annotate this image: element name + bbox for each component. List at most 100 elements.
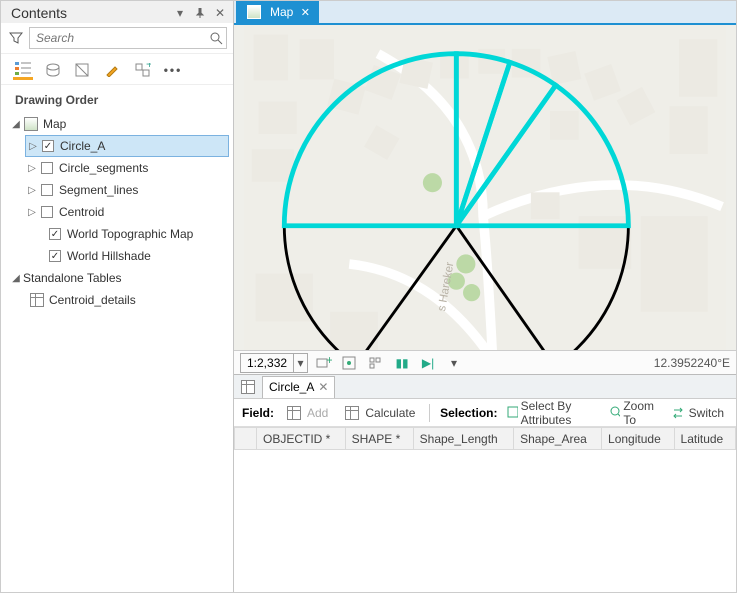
caret-right-icon: ▷ <box>28 141 38 152</box>
table-item[interactable]: Centroid_details <box>1 289 233 311</box>
layer-label: World Hillshade <box>65 249 151 263</box>
attribute-tab-bar: Circle_A ✕ <box>234 375 736 399</box>
list-by-source-icon[interactable] <box>43 60 63 80</box>
list-by-editing-icon[interactable] <box>103 60 123 80</box>
grid-icon[interactable] <box>366 354 386 372</box>
close-icon[interactable]: ✕ <box>299 6 311 18</box>
switch-selection-button[interactable]: Switch <box>668 406 728 420</box>
column-header[interactable]: Shape_Area <box>514 428 602 450</box>
map-canvas[interactable]: s Hareker <box>234 25 736 350</box>
svg-text:+: + <box>146 63 151 71</box>
search-input[interactable] <box>30 31 206 45</box>
layer-label: Segment_lines <box>57 183 138 197</box>
checkbox[interactable] <box>41 184 53 196</box>
caret-right-icon: ▷ <box>27 207 37 218</box>
list-by-snapping-icon[interactable]: + <box>133 60 153 80</box>
checkbox[interactable]: ✓ <box>49 228 61 240</box>
contents-panel: Contents ▾ ✕ + ••• <box>1 1 234 592</box>
more-icon[interactable]: ••• <box>163 60 183 80</box>
layer-label: Circle_A <box>58 139 105 153</box>
contents-header: Contents ▾ ✕ <box>1 1 233 23</box>
row-header[interactable] <box>235 428 257 450</box>
scale-value: 1:2,332 <box>241 356 293 370</box>
chevron-down-icon[interactable]: ▾ <box>444 354 464 372</box>
chevron-down-icon[interactable]: ▾ <box>293 354 307 372</box>
standalone-tables-node[interactable]: ◢ Standalone Tables <box>1 267 233 289</box>
map-icon <box>247 5 261 19</box>
basemap-item[interactable]: ✓ World Topographic Map <box>1 223 233 245</box>
dropdown-icon[interactable]: ▾ <box>173 6 187 20</box>
search-box <box>29 27 227 49</box>
layer-label: Circle_segments <box>57 161 148 175</box>
basemap-item[interactable]: ✓ World Hillshade <box>1 245 233 267</box>
caret-right-icon: ▷ <box>27 163 37 174</box>
map-svg: s Hareker <box>234 25 736 350</box>
map-label: Map <box>41 117 66 131</box>
select-by-attributes-button[interactable]: Select By Attributes <box>503 399 599 427</box>
layer-item[interactable]: ▷ Circle_segments <box>1 157 233 179</box>
field-label: Field: <box>242 406 274 420</box>
column-header[interactable]: Longitude <box>602 428 674 450</box>
list-by-drawing-order-icon[interactable] <box>13 60 33 80</box>
switch-icon <box>672 406 686 420</box>
table-icon <box>345 406 359 420</box>
column-header[interactable]: Shape_Length <box>413 428 513 450</box>
layer-item[interactable]: ▷ ✓ Circle_A <box>25 135 229 157</box>
layer-item[interactable]: ▷ Centroid <box>1 201 233 223</box>
attribute-toolbar: Field: Add Calculate Selection: Select B… <box>234 399 736 427</box>
map-icon <box>24 117 38 131</box>
drawing-order-header: Drawing Order <box>1 85 233 111</box>
caret-right-icon: ▷ <box>27 185 37 196</box>
table-label: Centroid_details <box>47 293 136 307</box>
column-header[interactable]: SHAPE * <box>345 428 413 450</box>
add-field-button[interactable]: Add <box>280 406 332 420</box>
column-header[interactable]: OBJECTID * <box>257 428 346 450</box>
column-header[interactable]: Latitude <box>674 428 735 450</box>
checkbox[interactable]: ✓ <box>42 140 54 152</box>
attribute-tab-label: Circle_A <box>269 380 314 394</box>
layer-tree: ◢ Map ▷ ✓ Circle_A ▷ Circle_segments ▷ S… <box>1 111 233 592</box>
refresh-icon[interactable]: ▶| <box>418 354 438 372</box>
pause-icon[interactable]: ▮▮ <box>392 354 412 372</box>
layer-item[interactable]: ▷ Segment_lines <box>1 179 233 201</box>
map-tab[interactable]: Map ✕ <box>236 1 319 23</box>
pin-icon[interactable] <box>193 6 207 20</box>
contents-title: Contents <box>11 5 167 21</box>
map-footer: 1:2,332 ▾ + ▮▮ ▶| ▾ 12.3952240°E <box>234 350 736 374</box>
checkbox[interactable]: ✓ <box>49 250 61 262</box>
layer-label: Centroid <box>57 205 104 219</box>
attribute-table: OBJECTID *SHAPE *Shape_LengthShape_AreaL… <box>234 427 736 450</box>
attribute-table-pane: Circle_A ✕ Field: Add Calculate Selectio… <box>234 374 736 592</box>
table-icon <box>241 380 255 394</box>
close-icon[interactable]: ✕ <box>318 380 328 394</box>
table-icon <box>30 293 44 307</box>
contents-toolbar: + ••• <box>1 54 233 85</box>
zoom-to-button[interactable]: Zoom To <box>606 399 662 427</box>
add-bookmark-icon[interactable]: + <box>314 354 334 372</box>
svg-text:+: + <box>326 356 332 367</box>
table-icon <box>287 406 301 420</box>
select-icon <box>507 406 517 420</box>
search-row <box>1 23 233 54</box>
caret-down-icon: ◢ <box>11 119 21 130</box>
right-area: Map ✕ <box>234 1 736 592</box>
calculate-button[interactable]: Calculate <box>338 406 419 420</box>
search-icon[interactable] <box>206 32 226 45</box>
filter-icon[interactable] <box>7 31 25 45</box>
list-by-selection-icon[interactable] <box>73 60 93 80</box>
checkbox[interactable] <box>41 162 53 174</box>
view-tab-bar: Map ✕ <box>234 1 736 25</box>
attribute-tab[interactable]: Circle_A ✕ <box>262 376 335 398</box>
selection-label: Selection: <box>440 406 497 420</box>
layer-label: World Topographic Map <box>65 227 193 241</box>
close-icon[interactable]: ✕ <box>213 6 227 20</box>
caret-down-icon: ◢ <box>11 273 21 284</box>
map-node[interactable]: ◢ Map <box>1 113 233 135</box>
coordinate-readout: 12.3952240°E <box>654 356 730 370</box>
scale-selector[interactable]: 1:2,332 ▾ <box>240 353 308 373</box>
snapping-icon[interactable] <box>340 354 360 372</box>
attribute-grid[interactable]: OBJECTID *SHAPE *Shape_LengthShape_AreaL… <box>234 427 736 592</box>
map-tab-label: Map <box>270 5 293 19</box>
checkbox[interactable] <box>41 206 53 218</box>
standalone-label: Standalone Tables <box>21 271 122 285</box>
